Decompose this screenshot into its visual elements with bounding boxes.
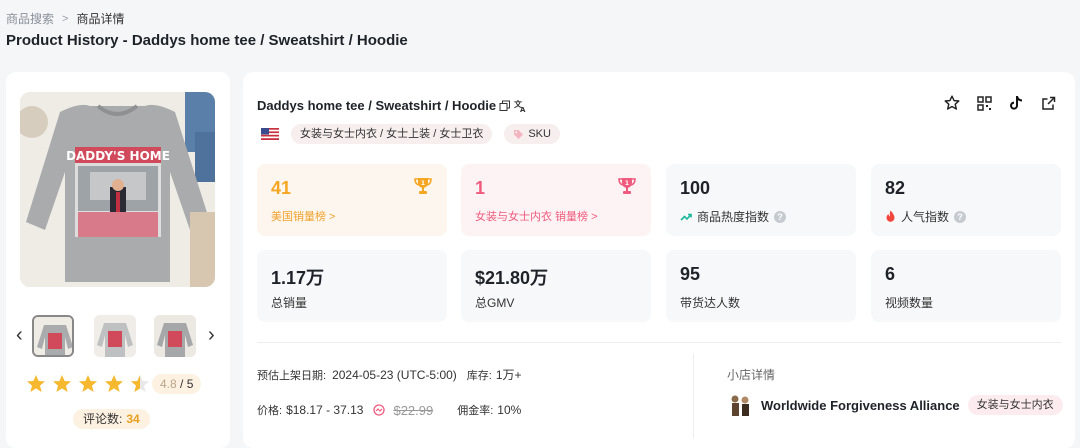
thumbnail-strip: ‹ › bbox=[16, 315, 222, 359]
product-gallery-card: DADDY'S HOME ‹ › 4.8 / 5 评论数: 34 bbox=[6, 72, 230, 448]
category-sales-rank-card[interactable]: 1 1 女装与女士内衣 销量榜 > bbox=[461, 164, 651, 236]
fire-icon bbox=[886, 210, 895, 222]
trophy-icon: 1 bbox=[618, 178, 636, 194]
star-icon bbox=[27, 375, 45, 392]
svg-text:A: A bbox=[520, 106, 526, 113]
listing-date-row: 预估上架日期: 2024-05-23 (UTC-5:00) 库存: 1万+ bbox=[257, 366, 522, 383]
videos-card: 6 视频数量 bbox=[871, 250, 1061, 322]
shop-name[interactable]: Worldwide Forgiveness Alliance bbox=[761, 398, 960, 413]
chevron-left-icon[interactable]: ‹ bbox=[16, 325, 23, 345]
total-sales-label: 总销量 bbox=[271, 296, 308, 310]
shop-header: 小店详情 bbox=[727, 368, 776, 382]
product-title: Daddys home tee / Sweatshirt / Hoodie 文A bbox=[257, 98, 528, 113]
shirt-print-text: DADDY'S HOME bbox=[66, 149, 170, 163]
trophy-icon: 1 bbox=[414, 178, 432, 194]
star-rating bbox=[26, 374, 150, 394]
shop-row[interactable]: Worldwide Forgiveness Alliance 女装与女士内衣 bbox=[727, 392, 1063, 418]
influencers-value: 95 bbox=[680, 264, 701, 284]
gmv-value: $21.80万 bbox=[475, 268, 549, 288]
help-icon[interactable]: ? bbox=[774, 210, 787, 223]
breadcrumb-root[interactable]: 商品搜索 bbox=[6, 10, 54, 27]
half-star-icon bbox=[131, 375, 149, 392]
category-tag[interactable]: 女装与女士内衣 / 女士上装 / 女士卫衣 bbox=[291, 124, 493, 144]
star-icon bbox=[105, 375, 123, 392]
divider bbox=[693, 354, 694, 438]
reviews-label: 评论数: bbox=[83, 412, 123, 426]
page-title: Product History - Daddys home tee / Swea… bbox=[6, 32, 408, 49]
listed-label: 预估上架日期: bbox=[257, 369, 327, 382]
popularity-label-row: 人气指数 ? bbox=[885, 208, 967, 225]
videos-value: 6 bbox=[885, 264, 896, 284]
qrcode-icon[interactable] bbox=[975, 94, 993, 112]
heat-value: 100 bbox=[680, 178, 711, 198]
star-icon bbox=[79, 375, 97, 392]
svg-text:1: 1 bbox=[625, 180, 629, 187]
chevron-right-icon: > bbox=[62, 12, 69, 25]
thumbnail-1[interactable] bbox=[32, 315, 74, 357]
us-flag-icon bbox=[261, 128, 279, 140]
heat-label: 商品热度指数 bbox=[697, 210, 770, 224]
translate-icon[interactable]: 文A bbox=[514, 99, 528, 113]
popularity-index-card: 82 人气指数 ? bbox=[871, 164, 1061, 236]
cat-rank-label: 女装与女士内衣 销量榜 > bbox=[475, 211, 598, 223]
divider bbox=[257, 342, 1061, 343]
trend-up-icon bbox=[680, 213, 692, 221]
gmv-label: 总GMV bbox=[475, 296, 515, 310]
thumbnail-2[interactable] bbox=[94, 315, 136, 357]
heat-label-row: 商品热度指数 ? bbox=[680, 208, 787, 225]
stock-label: 库存: bbox=[466, 369, 492, 382]
total-sales-value: 1.17万 bbox=[271, 268, 325, 288]
svg-text:1: 1 bbox=[421, 180, 425, 187]
sku-tag[interactable]: SKU bbox=[504, 124, 560, 144]
star-outline-icon[interactable] bbox=[943, 94, 961, 112]
influencers-label: 带货达人数 bbox=[680, 296, 741, 310]
popularity-value: 82 bbox=[885, 178, 906, 198]
reviews-badge[interactable]: 评论数: 34 bbox=[73, 409, 150, 429]
breadcrumb: 商品搜索 > 商品详情 bbox=[6, 10, 124, 27]
price-label: 价格: bbox=[257, 405, 283, 417]
product-detail-card: Daddys home tee / Sweatshirt / Hoodie 文A… bbox=[243, 72, 1075, 448]
cat-rank-value: 1 bbox=[475, 178, 486, 198]
breadcrumb-current: 商品详情 bbox=[76, 12, 125, 26]
rating-badge: 4.8 / 5 bbox=[152, 374, 202, 394]
influencers-card: 95 带货达人数 bbox=[666, 250, 856, 322]
price-original: $22.99 bbox=[393, 402, 434, 418]
product-name: Daddys home tee / Sweatshirt / Hoodie bbox=[257, 98, 497, 113]
help-icon[interactable]: ? bbox=[954, 210, 967, 223]
product-main-image[interactable]: DADDY'S HOME bbox=[20, 92, 215, 287]
price-history-icon[interactable] bbox=[373, 404, 386, 416]
action-bar bbox=[943, 94, 1057, 112]
us-rank-label: 美国销量榜 > bbox=[271, 211, 336, 223]
chevron-right-icon[interactable]: › bbox=[208, 325, 215, 345]
thumbnail-3[interactable] bbox=[154, 315, 196, 357]
us-sales-rank-card[interactable]: 41 1 美国销量榜 > bbox=[257, 164, 447, 236]
commission-label: 佣金率: bbox=[457, 405, 494, 417]
tag-icon bbox=[514, 129, 524, 139]
heat-index-card: 100 商品热度指数 ? bbox=[666, 164, 856, 236]
shop-logo bbox=[727, 392, 753, 418]
total-sales-card: 1.17万 总销量 bbox=[257, 250, 447, 322]
stock-value: 1万+ bbox=[495, 368, 522, 382]
gmv-card: $21.80万 总GMV bbox=[461, 250, 651, 322]
tiktok-icon[interactable] bbox=[1007, 94, 1025, 112]
videos-label: 视频数量 bbox=[885, 296, 934, 310]
popularity-label: 人气指数 bbox=[901, 210, 950, 224]
external-link-icon[interactable] bbox=[1039, 94, 1057, 112]
category-tag-text: 女装与女士内衣 / 女士上装 / 女士卫衣 bbox=[300, 128, 484, 140]
shop-category-tag: 女装与女士内衣 bbox=[967, 395, 1063, 415]
rating-value: 4.8 bbox=[160, 377, 177, 391]
price-row: 价格: $18.17 - 37.13 $22.99 佣金率: 10% bbox=[257, 402, 521, 418]
rating-max: / 5 bbox=[180, 377, 194, 391]
star-icon bbox=[53, 375, 71, 392]
price-value: $18.17 - 37.13 bbox=[286, 403, 364, 417]
tag-row: 女装与女士内衣 / 女士上装 / 女士卫衣 SKU bbox=[261, 124, 560, 144]
commission-value: 10% bbox=[497, 403, 522, 417]
us-rank-value: 41 bbox=[271, 178, 292, 198]
reviews-count: 34 bbox=[126, 412, 140, 426]
listed-value: 2024-05-23 (UTC-5:00) bbox=[332, 367, 457, 382]
sku-tag-text: SKU bbox=[528, 128, 551, 140]
copy-icon[interactable] bbox=[499, 100, 511, 112]
